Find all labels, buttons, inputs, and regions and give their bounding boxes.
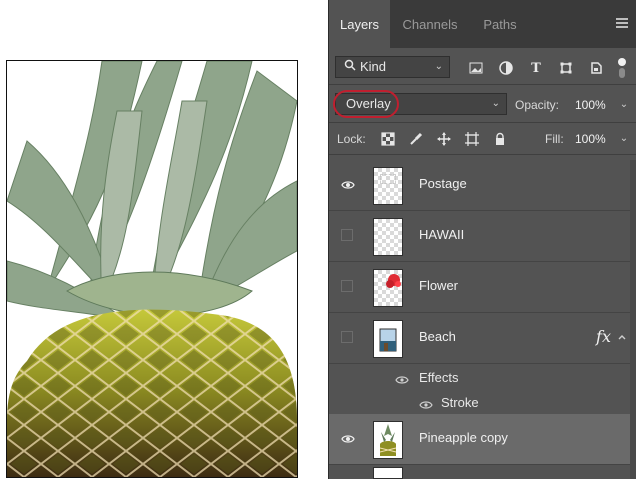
layer-thumbnail[interactable] bbox=[373, 320, 403, 358]
layer-thumbnail[interactable] bbox=[373, 167, 403, 205]
lock-row: Lock: Fill: 100% ⌄ bbox=[329, 126, 636, 152]
tab-paths[interactable]: Paths bbox=[470, 0, 530, 48]
fill-value[interactable]: 100% bbox=[575, 132, 606, 146]
opacity-label: Opacity: bbox=[515, 98, 560, 112]
lock-all-icon[interactable] bbox=[491, 130, 509, 148]
beach-stroke-row[interactable]: Stroke bbox=[329, 389, 636, 414]
image-filter-icon[interactable] bbox=[467, 59, 485, 77]
eye-icon[interactable] bbox=[395, 372, 409, 384]
filter-toggle[interactable] bbox=[615, 58, 629, 78]
lock-transparent-pixels-icon[interactable] bbox=[379, 130, 397, 148]
stroke-label[interactable]: Stroke bbox=[441, 395, 479, 410]
adjustment-filter-icon[interactable] bbox=[497, 59, 515, 77]
chevron-down-icon: ⌄ bbox=[434, 61, 443, 72]
pineapple-thumb-icon bbox=[379, 424, 397, 456]
collapse-effects-caret-icon[interactable] bbox=[617, 329, 627, 340]
effects-label[interactable]: Effects bbox=[419, 370, 459, 385]
chevron-down-icon: ⌄ bbox=[491, 98, 500, 109]
opacity-value[interactable]: 100% bbox=[575, 98, 606, 112]
filter-kind-dropdown[interactable]: Kind ⌄ bbox=[335, 56, 450, 78]
layers-panel: Layers Channels Paths Kind ⌄ T Overlay ⌄… bbox=[328, 0, 636, 479]
layer-name[interactable]: Pineapple copy bbox=[419, 430, 508, 445]
layers-list: Postage HAWAII Flower Beach fx Effects S… bbox=[329, 160, 636, 479]
layer-row-hawaii[interactable]: HAWAII bbox=[329, 211, 636, 262]
beach-effects-row[interactable]: Effects bbox=[329, 364, 636, 389]
smart-object-filter-icon[interactable] bbox=[587, 59, 605, 77]
flower-thumb-icon bbox=[386, 274, 401, 288]
tab-channels[interactable]: Channels bbox=[391, 0, 469, 48]
layer-name[interactable]: Flower bbox=[419, 278, 458, 293]
layer-name[interactable]: Beach bbox=[419, 329, 456, 344]
fill-label: Fill: bbox=[545, 132, 564, 146]
pineapple-illustration bbox=[7, 61, 297, 477]
layer-thumbnail[interactable] bbox=[373, 218, 403, 256]
blend-row: Overlay ⌄ Opacity: 100% ⌄ bbox=[329, 90, 636, 118]
layer-name[interactable]: HAWAII bbox=[419, 227, 464, 242]
panel-tabs: Layers Channels Paths bbox=[329, 0, 636, 48]
lock-image-pixels-icon[interactable] bbox=[407, 130, 425, 148]
filter-row: Kind ⌄ T bbox=[329, 54, 636, 80]
layer-row-beach[interactable]: Beach fx bbox=[329, 313, 636, 364]
pineapple-image bbox=[6, 60, 298, 478]
layer-name[interactable]: Postage bbox=[419, 176, 467, 191]
filter-kind-label: Kind bbox=[360, 59, 387, 74]
layer-row-next-partial[interactable] bbox=[329, 465, 636, 479]
lock-position-icon[interactable] bbox=[435, 130, 453, 148]
layer-row-postage[interactable]: Postage bbox=[329, 160, 636, 211]
panel-menu-icon[interactable] bbox=[616, 18, 628, 28]
visibility-toggle[interactable] bbox=[341, 229, 353, 241]
eye-icon[interactable] bbox=[341, 432, 355, 444]
type-filter-icon[interactable]: T bbox=[527, 59, 545, 77]
tab-layers[interactable]: Layers bbox=[329, 0, 390, 48]
visibility-toggle[interactable] bbox=[341, 280, 353, 292]
lock-label: Lock: bbox=[337, 132, 366, 146]
layers-scrollbar[interactable] bbox=[630, 160, 636, 479]
layer-thumbnail[interactable] bbox=[373, 421, 403, 459]
beach-thumb-icon bbox=[379, 328, 397, 352]
visibility-toggle[interactable] bbox=[341, 331, 353, 343]
opacity-chevron-icon[interactable]: ⌄ bbox=[617, 96, 631, 112]
blend-mode-highlight-ring bbox=[333, 90, 399, 118]
layer-row-flower[interactable]: Flower bbox=[329, 262, 636, 313]
fx-icon[interactable]: fx bbox=[596, 327, 611, 346]
fill-chevron-icon[interactable]: ⌄ bbox=[617, 130, 631, 146]
layer-thumbnail[interactable] bbox=[373, 467, 403, 479]
search-icon bbox=[344, 57, 356, 77]
eye-icon[interactable] bbox=[419, 397, 433, 409]
layer-thumbnail[interactable] bbox=[373, 269, 403, 307]
eye-icon[interactable] bbox=[341, 178, 355, 190]
shape-filter-icon[interactable] bbox=[557, 59, 575, 77]
layer-row-pineapple-copy[interactable]: Pineapple copy bbox=[329, 414, 636, 465]
lock-artboard-icon[interactable] bbox=[463, 130, 481, 148]
